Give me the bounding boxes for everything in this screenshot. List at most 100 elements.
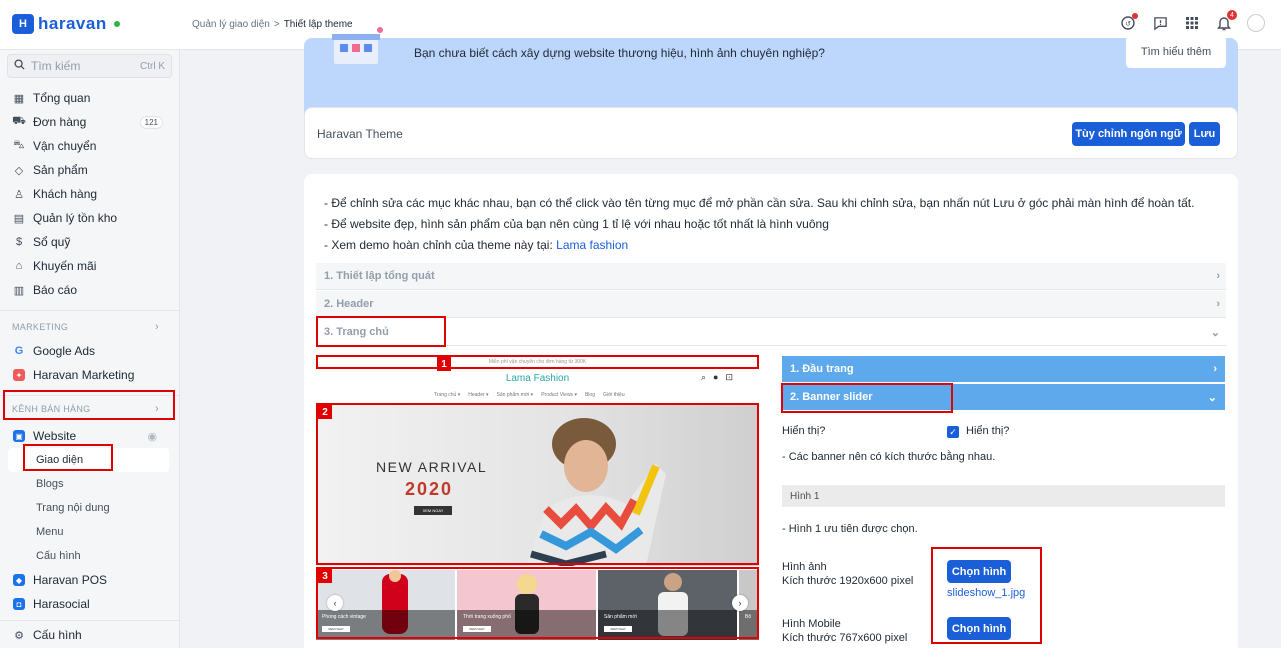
bell-icon[interactable]: 4 [1215,10,1237,32]
sidebar-item-label: Sổ quỹ [33,235,71,249]
feedback-icon[interactable] [1151,14,1169,32]
preview-menu-item: Header ▾ [468,392,489,398]
sidebar-item-label: Khách hàng [33,187,98,201]
chat-support-icon[interactable]: ↺ [1119,13,1138,32]
sidebar-item-google-ads[interactable]: G Google Ads [0,339,179,363]
users-icon: ♙ [14,188,24,201]
eye-icon[interactable]: ◉ [147,430,157,443]
sidebar-subitem-label: Menu [36,526,64,538]
category-title: Bộ [745,614,752,620]
sales-heading: KÊNH BÁN HÀNG [12,404,91,414]
sidebar-item-promotions[interactable]: ⌂ Khuyến mãi [0,254,179,278]
gift-icon: ⌂ [15,260,23,272]
sidebar-item-label: Haravan Marketing [33,368,135,382]
sidebar-item-label: Tổng quan [33,91,91,105]
sidebar-item-label: Google Ads [33,344,96,358]
sales-channel-section-header[interactable]: KÊNH BÁN HÀNG › [0,396,179,422]
category-button: XEM NGAY [604,626,632,632]
preview-category: Thời trang xuống phố XEM NGAY [457,570,596,640]
save-button[interactable]: Lưu [1189,122,1220,146]
truck-icon: ⛍ [13,139,25,151]
sidebar-subitem-config[interactable]: Cấu hình [0,544,179,568]
banner-size-note: - Các banner nên có kích thước bằng nhau… [782,451,996,463]
sidebar-item-products[interactable]: ◇ Sản phẩm [0,158,179,182]
choose-mobile-image-button[interactable]: Chọn hình [947,617,1011,640]
avatar[interactable] [1247,14,1265,32]
sidebar-item-label: Sản phẩm [33,163,88,177]
section-header-top[interactable]: 1. Đầu trang › [782,356,1225,383]
image-label: Hình ảnh [782,561,827,573]
top-icons: ↺ 4 [1119,10,1265,32]
user-icon: ● [713,372,719,382]
svg-text:↺: ↺ [1125,21,1131,28]
sidebar-item-overview[interactable]: ▦ Tổng quan [0,86,179,110]
sidebar-item-label: Đơn hàng [33,115,87,129]
accordion-header[interactable]: 2. Header › [316,291,1226,318]
accordion-home[interactable]: 3. Trang chủ ⌄ [316,319,1226,346]
section-banner-slider[interactable]: 2. Banner slider ⌄ [782,384,1225,411]
image-file-link[interactable]: slideshow_1.jpg [947,587,1025,599]
sidebar-item-inventory[interactable]: ▤ Quản lý tồn kho [0,206,179,230]
instructions: - Để chỉnh sửa các mục khác nhau, bạn có… [324,193,1194,256]
sidebar-item-label: Vận chuyển [33,139,97,153]
marker-2: 2 [318,405,332,419]
category-caption: Thời trang xuống phố XEM NGAY [457,610,596,640]
choose-image-button[interactable]: Chọn hình [947,560,1011,583]
image1-note: - Hình 1 ưu tiên được chọn. [782,523,918,535]
apps-grid-icon[interactable] [1183,14,1201,32]
sidebar-item-orders[interactable]: ⛟ Đơn hàng 121 [0,110,179,134]
store-illustration [326,26,386,66]
model-figure [526,418,666,566]
image1-heading: Hình 1 [782,485,1225,507]
learn-more-button[interactable]: Tìm hiểu thêm [1126,36,1226,68]
sidebar-item-shipping[interactable]: ⛍ Vận chuyển [0,134,179,158]
cash-icon: $ [15,236,23,248]
sidebar-item-harasocial[interactable]: ◘ Harasocial [0,592,179,616]
sidebar-item-customers[interactable]: ♙ Khách hàng [0,182,179,206]
demo-link[interactable]: Lama fashion [556,238,628,252]
sidebar-search[interactable]: Tìm kiếm Ctrl K [7,54,172,78]
gear-icon: ⚙ [14,629,24,642]
mobile-image-label: Hình Mobile [782,618,841,630]
sidebar-item-website[interactable]: ▣ Website ◉ [0,424,179,448]
category-button: XEM NGAY [463,626,491,632]
chevron-right-icon: › [155,321,159,333]
show-checkbox[interactable]: ✓ [947,426,959,438]
category-button: XEM NGAY [322,626,350,632]
preview-menu-item: Sản phẩm mới ▾ [496,392,534,398]
sidebar-subitem-menu[interactable]: Menu [0,520,179,544]
sidebar-item-haravan-marketing[interactable]: ✦ Haravan Marketing [0,363,179,387]
preview-menu-item: Blog [584,392,595,398]
sidebar-subitem-blogs[interactable]: Blogs [0,472,179,496]
sidebar-item-pos[interactable]: ◆ Haravan POS [0,568,179,592]
category-title: Phong cách vintage [322,614,366,620]
sidebar-item-cashbook[interactable]: $ Sổ quỹ [0,230,179,254]
preview-menu-item: Giới thiệu [602,392,625,398]
cart-icon: ⊡ [725,372,733,382]
report-icon: ▥ [13,284,25,297]
breadcrumb-parent[interactable]: Quản lý giao diện [192,19,270,30]
sidebar-item-settings[interactable]: ⚙ Cấu hình [0,623,179,647]
sidebar-subitem-label: Giao diện [36,454,84,466]
chevron-down-icon: ⌄ [1210,326,1220,339]
theme-preview: Miễn phí vận chuyển cho đơn hàng từ 300K… [316,356,759,640]
breadcrumb-separator: > [273,19,280,30]
sidebar-item-label: Website [33,429,77,443]
mobile-image-size: Kích thước 767x600 pixel [782,632,908,644]
accordion-general[interactable]: 1. Thiết lập tổng quát › [316,263,1226,290]
haravan-logo[interactable]: H haravan [12,14,120,34]
preview-menu-item: Trang chủ ▾ [434,392,461,398]
haravan-marketing-icon: ✦ [13,369,25,381]
category-title: Thời trang xuống phố [463,614,511,620]
sidebar-subitem-theme[interactable]: Giao diện [8,448,169,472]
support-dot [1132,13,1138,19]
sidebar-item-reports[interactable]: ▥ Báo cáo [0,278,179,302]
marketing-section-header[interactable]: MARKETING › [0,315,179,339]
sidebar-subitem-pages[interactable]: Trang nội dung [0,496,179,520]
chevron-right-icon: › [1216,298,1220,310]
sidebar-item-label: Harasocial [33,597,90,611]
customize-language-button[interactable]: Tùy chỉnh ngôn ngữ [1072,122,1185,146]
website-icon: ▣ [13,430,25,442]
accordion-label: 1. Thiết lập tổng quát [324,270,435,282]
banner-title: NEW ARRIVAL [376,459,488,475]
